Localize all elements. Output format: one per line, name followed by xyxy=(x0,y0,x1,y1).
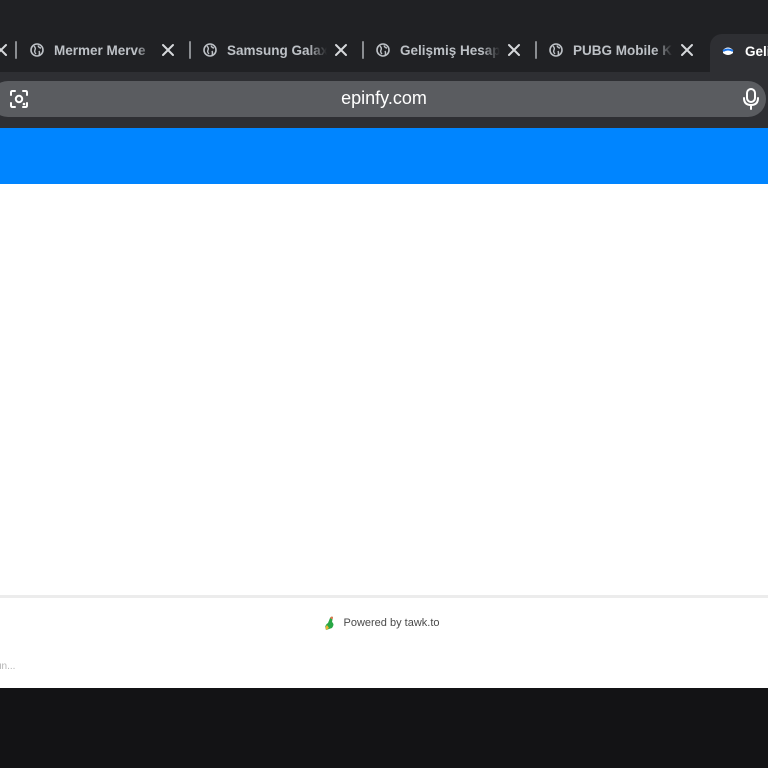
powered-by-link[interactable]: Powered by tawk.to xyxy=(0,615,768,631)
tab-title: Gelişmiş Hesap xyxy=(400,43,500,58)
close-icon[interactable] xyxy=(0,43,8,57)
close-icon[interactable] xyxy=(680,43,694,57)
tab-strip: Mermer Merve Samsung Galaxy Gelişmiş Hes… xyxy=(0,0,768,72)
epinfy-favicon-icon xyxy=(722,47,734,55)
close-icon[interactable] xyxy=(507,43,521,57)
url-text[interactable]: epinfy.com xyxy=(0,86,768,110)
tab-title: PUBG Mobile Ko xyxy=(573,43,673,58)
globe-icon xyxy=(30,43,44,57)
browser-bottom-bar xyxy=(0,688,768,768)
globe-icon xyxy=(376,43,390,57)
chat-widget-footer: Powered by tawk.to un... xyxy=(0,595,768,688)
tab-separator xyxy=(15,41,17,59)
tab-title: Geli xyxy=(745,44,768,59)
close-icon[interactable] xyxy=(334,43,348,57)
globe-icon xyxy=(549,43,563,57)
tab-active[interactable]: Geli xyxy=(710,34,768,72)
tab-separator xyxy=(535,41,537,59)
tab-separator xyxy=(362,41,364,59)
microphone-icon[interactable] xyxy=(742,88,760,110)
page-body xyxy=(0,184,768,595)
tab-title: Mermer Merve xyxy=(54,43,146,58)
tawk-logo-icon xyxy=(324,616,333,630)
powered-by-text: Powered by tawk.to xyxy=(343,617,440,629)
globe-icon xyxy=(203,43,217,57)
close-icon[interactable] xyxy=(161,43,175,57)
chat-message-input[interactable]: un... xyxy=(0,661,56,673)
tab-separator xyxy=(189,41,191,59)
tab-title: Samsung Galaxy xyxy=(227,43,327,58)
site-header xyxy=(0,128,768,184)
